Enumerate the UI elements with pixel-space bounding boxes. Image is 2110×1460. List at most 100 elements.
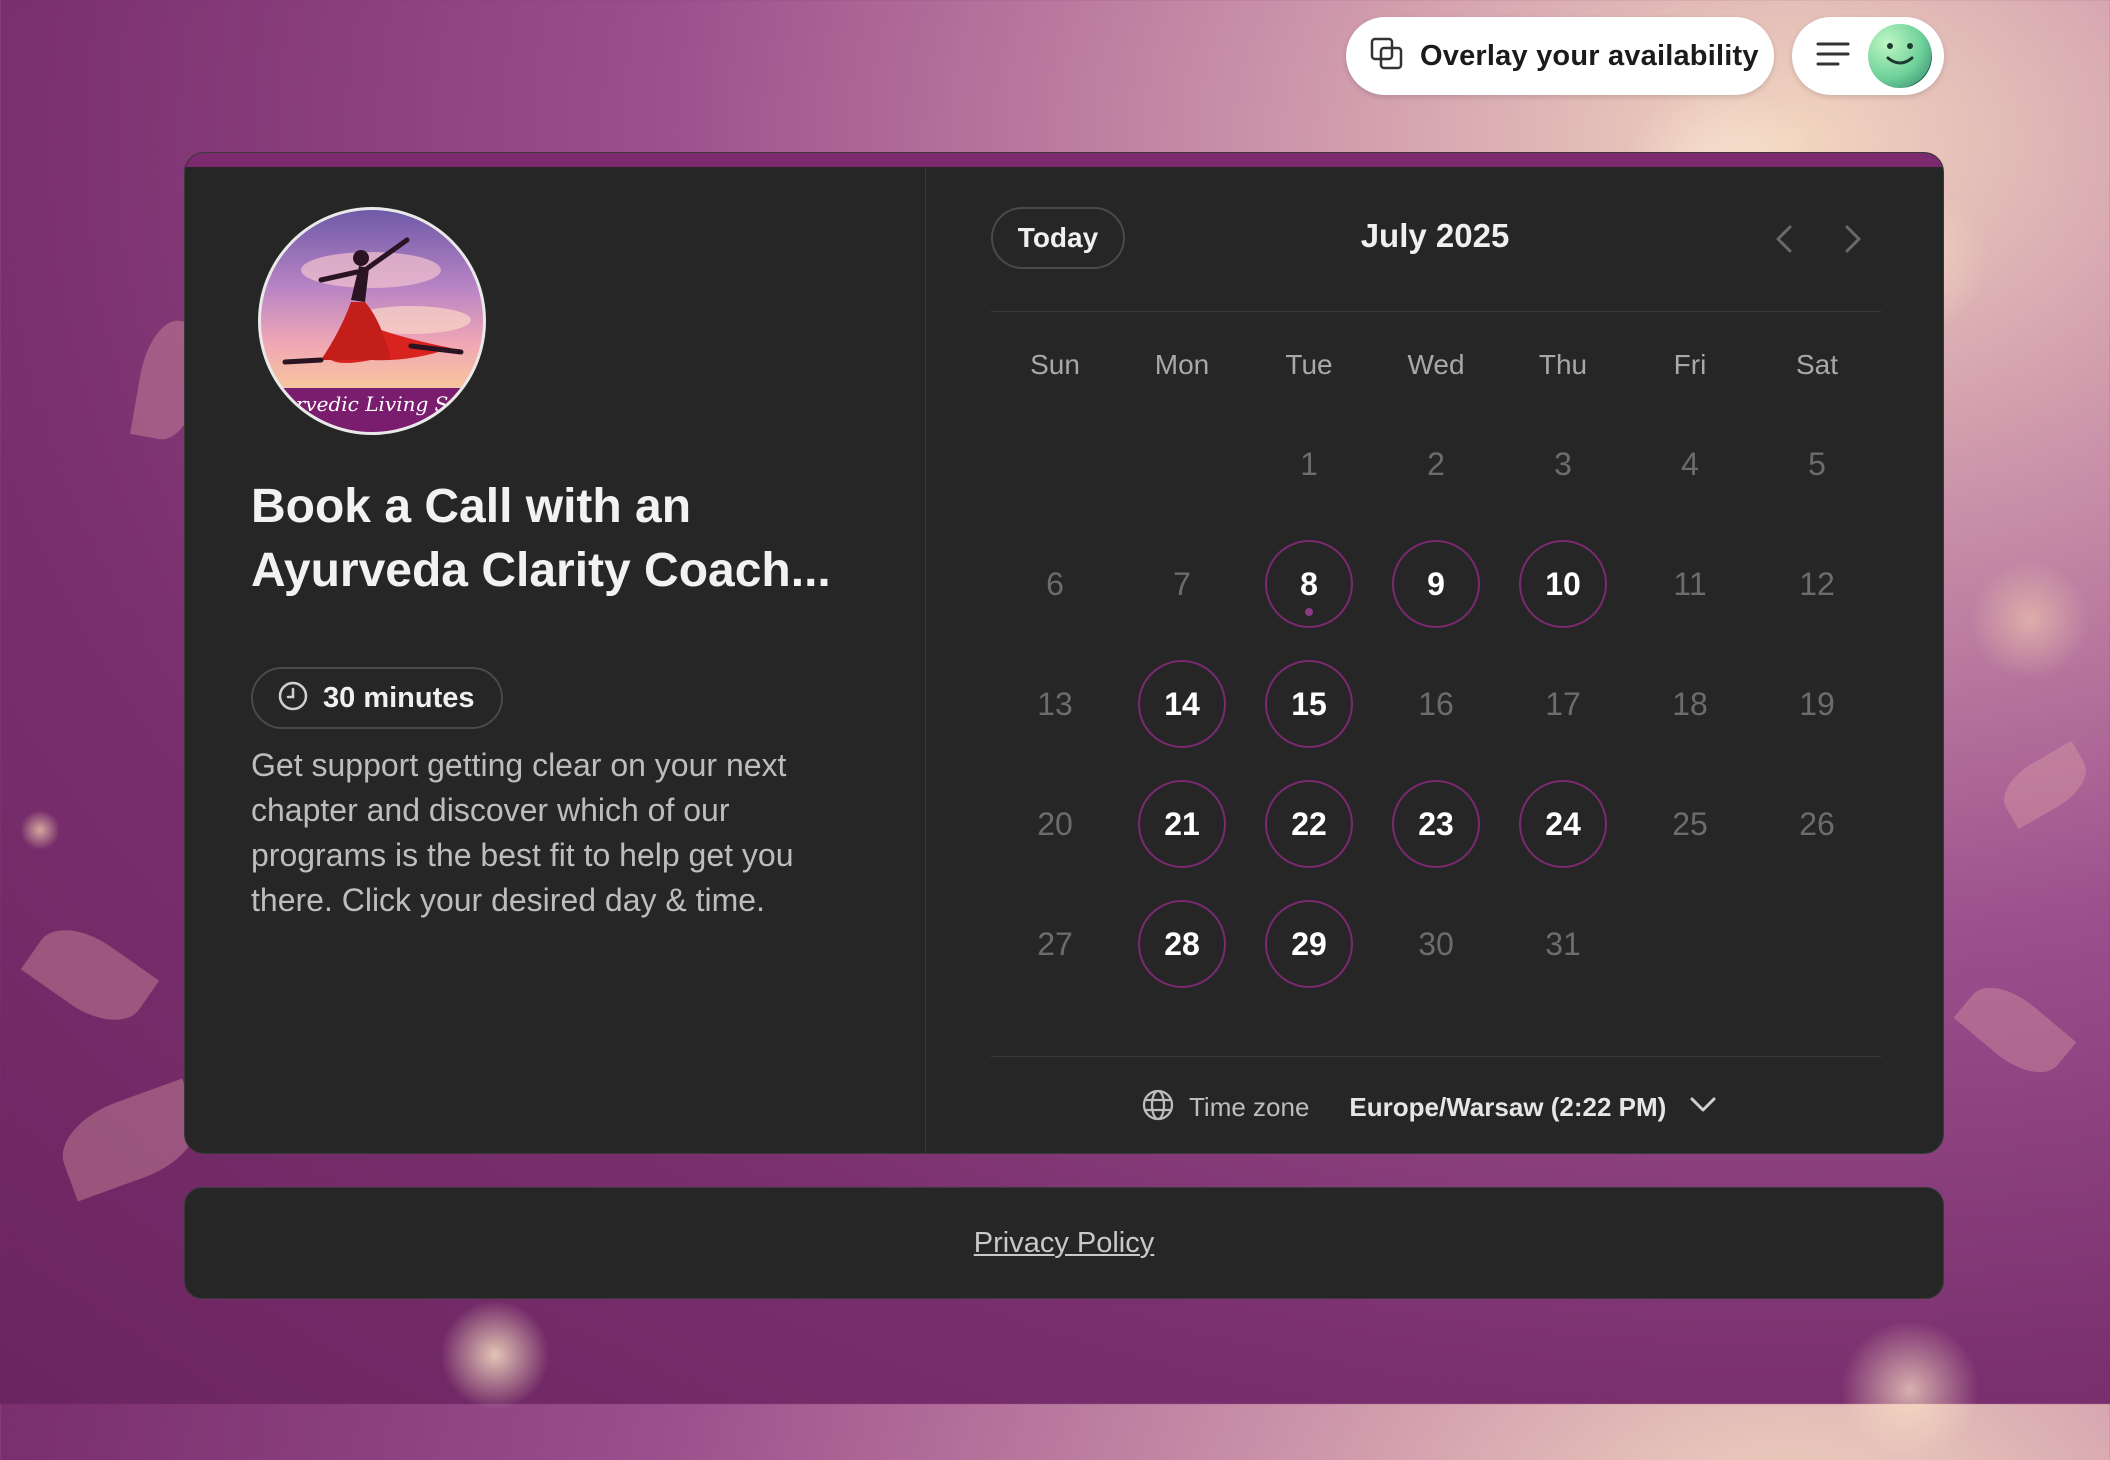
day-number: 9	[1427, 565, 1445, 602]
day-number: 24	[1545, 805, 1581, 842]
overlay-availability-label: Overlay your availability	[1420, 39, 1759, 72]
day-number: 28	[1164, 925, 1200, 962]
menu-icon	[1816, 40, 1850, 73]
duration-badge: 30 minutes	[251, 667, 503, 729]
weekday-sat: Sat	[1795, 349, 1839, 380]
day-number: 11	[1673, 565, 1707, 602]
day-cell-unavailable: 4	[1646, 420, 1734, 508]
day-number: 7	[1173, 565, 1191, 602]
day-number: 4	[1681, 445, 1699, 482]
weekday-mon: Mon	[1154, 349, 1210, 380]
day-number: 20	[1037, 805, 1073, 842]
account-menu-button[interactable]	[1792, 17, 1944, 95]
day-number: 6	[1046, 565, 1064, 602]
day-cell-unavailable: 16	[1392, 660, 1480, 748]
day-cell-unavailable: 27	[1011, 900, 1099, 988]
weekday-fri: Fri	[1673, 349, 1707, 380]
day-number: 3	[1554, 445, 1572, 482]
host-profile-image: yurvedic Living Sch	[258, 207, 486, 435]
day-number: 8	[1300, 565, 1318, 602]
event-title: Book a Call with an Ayurveda Clarity Coa…	[251, 480, 831, 597]
timezone-value: Europe/Warsaw (2:22 PM)	[1349, 1091, 1667, 1122]
weekday-wed: Wed	[1407, 349, 1465, 380]
day-button-available[interactable]: 29	[1265, 900, 1353, 988]
day-cell-unavailable: 19	[1773, 660, 1861, 748]
overlay-icon	[1370, 37, 1404, 76]
day-number: 1	[1300, 445, 1318, 482]
day-number: 2	[1427, 445, 1445, 482]
day-cell-unavailable: 12	[1773, 540, 1861, 628]
day-number: 22	[1291, 805, 1327, 842]
user-avatar-icon	[1868, 24, 1932, 88]
chevron-left-icon	[1776, 225, 1792, 253]
weekday-tue: Tue	[1285, 349, 1333, 380]
duration-label: 30 minutes	[323, 681, 475, 714]
calendar-header-divider	[991, 311, 1881, 312]
day-button-available[interactable]: 14	[1138, 660, 1226, 748]
logo-banner-text: yurvedic Living Sch	[261, 388, 483, 432]
day-cell-unavailable: 7	[1138, 540, 1226, 628]
calendar-footer-divider	[991, 1056, 1881, 1057]
day-cell-unavailable: 6	[1011, 540, 1099, 628]
timezone-selector[interactable]: Time zone Europe/Warsaw (2:22 PM)	[1141, 1085, 1718, 1129]
day-button-available[interactable]: 10	[1519, 540, 1607, 628]
day-number: 27	[1037, 925, 1073, 962]
day-button-available[interactable]: 8	[1265, 540, 1353, 628]
chevron-right-icon	[1845, 225, 1861, 253]
day-number: 19	[1799, 685, 1835, 722]
day-cell-unavailable: 5	[1773, 420, 1861, 508]
day-cell-unavailable: 30	[1392, 900, 1480, 988]
day-button-available[interactable]: 15	[1265, 660, 1353, 748]
day-number: 12	[1799, 565, 1835, 602]
day-cell-unavailable: 31	[1519, 900, 1607, 988]
booking-card: yurvedic Living Sch Book a Call with an …	[184, 152, 1944, 1154]
day-number: 25	[1672, 805, 1708, 842]
day-number: 5	[1808, 445, 1826, 482]
weekday-thu: Thu	[1538, 349, 1588, 380]
chevron-down-icon[interactable]	[1688, 1095, 1718, 1120]
day-button-available[interactable]: 21	[1138, 780, 1226, 868]
day-cell-unavailable: 25	[1646, 780, 1734, 868]
day-cell-unavailable: 11	[1646, 540, 1734, 628]
day-number: 23	[1418, 805, 1454, 842]
day-cell-unavailable: 13	[1011, 660, 1099, 748]
day-cell-unavailable: 26	[1773, 780, 1861, 868]
clock-icon	[277, 680, 309, 717]
card-accent-bar	[185, 153, 1943, 167]
day-number: 31	[1545, 925, 1581, 962]
day-cell-unavailable: 20	[1011, 780, 1099, 868]
day-number: 16	[1418, 685, 1454, 722]
day-cell-unavailable: 2	[1392, 420, 1480, 508]
month-title: July 2025	[1360, 217, 1510, 254]
day-number: 21	[1164, 805, 1200, 842]
timezone-label: Time zone	[1189, 1091, 1310, 1122]
today-indicator-dot	[1305, 608, 1313, 616]
footer-card: Privacy Policy	[184, 1187, 1944, 1299]
day-button-available[interactable]: 24	[1519, 780, 1607, 868]
day-number: 17	[1545, 685, 1581, 722]
day-cell-unavailable: 18	[1646, 660, 1734, 748]
globe-icon	[1141, 1088, 1175, 1127]
day-number: 10	[1545, 565, 1581, 602]
day-button-available[interactable]: 9	[1392, 540, 1480, 628]
day-number: 18	[1672, 685, 1708, 722]
day-button-available[interactable]: 23	[1392, 780, 1480, 868]
day-number: 14	[1164, 685, 1200, 722]
day-number: 26	[1799, 805, 1835, 842]
privacy-policy-link[interactable]: Privacy Policy	[974, 1227, 1155, 1260]
event-description: Get support getting clear on your next c…	[251, 747, 794, 918]
day-number: 15	[1291, 685, 1327, 722]
prev-month-button[interactable]	[1768, 219, 1802, 259]
day-cell-unavailable: 3	[1519, 420, 1607, 508]
day-button-available[interactable]: 28	[1138, 900, 1226, 988]
today-button[interactable]: Today	[991, 207, 1125, 269]
day-cell-unavailable: 17	[1519, 660, 1607, 748]
day-number: 30	[1418, 925, 1454, 962]
overlay-availability-button[interactable]: Overlay your availability	[1346, 17, 1774, 95]
next-month-button[interactable]	[1835, 219, 1869, 259]
day-cell-unavailable: 1	[1265, 420, 1353, 508]
panel-divider	[925, 167, 926, 1153]
day-number: 13	[1037, 685, 1073, 722]
day-button-available[interactable]: 22	[1265, 780, 1353, 868]
day-number: 29	[1291, 925, 1327, 962]
